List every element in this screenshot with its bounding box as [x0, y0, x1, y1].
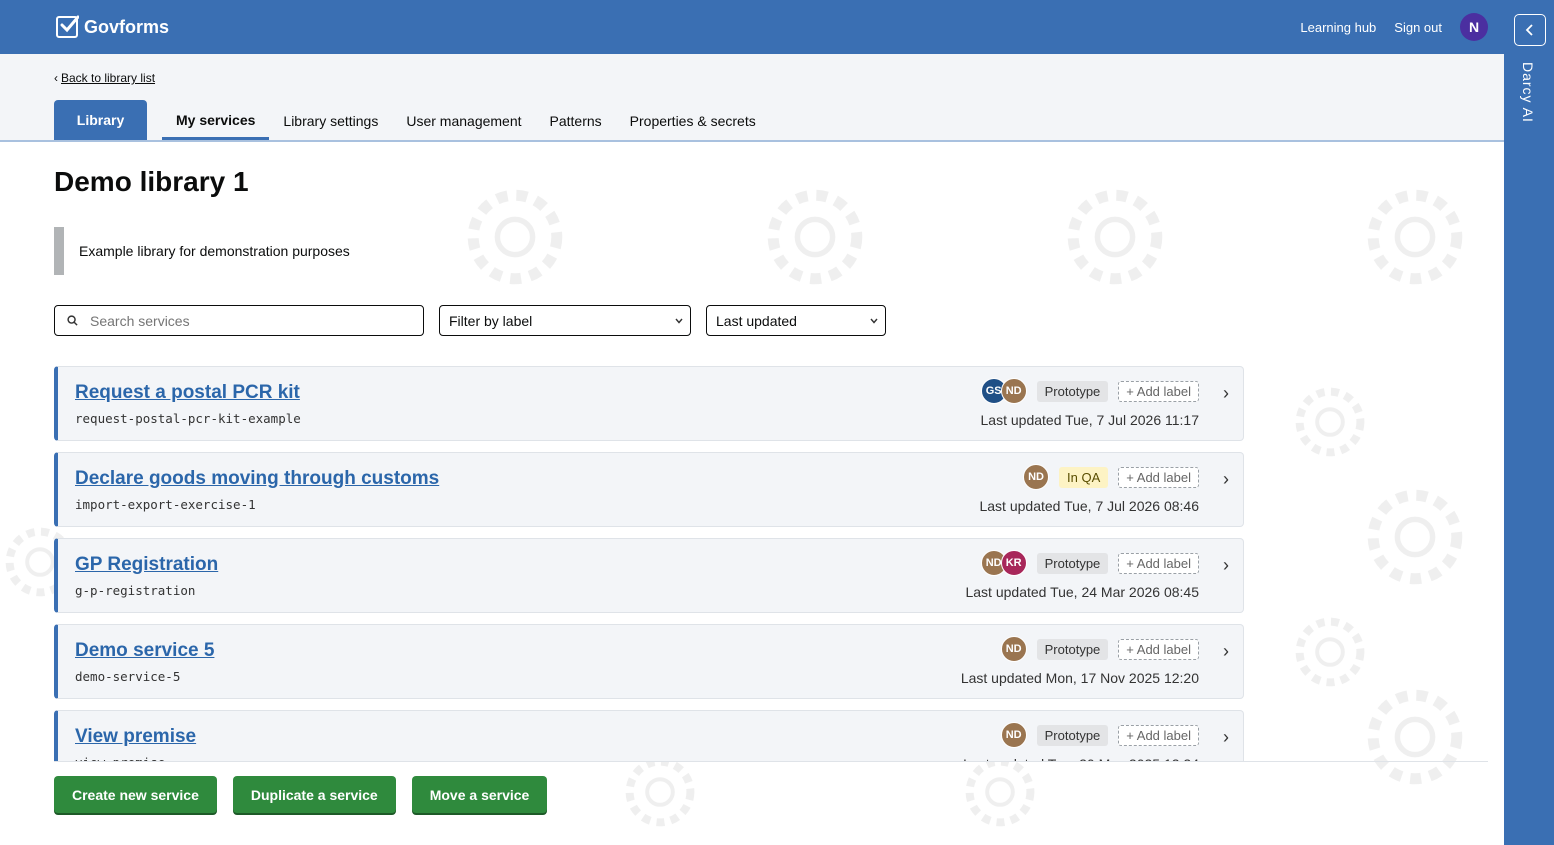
tab-user-management[interactable]: User management	[392, 102, 535, 140]
search-icon	[67, 315, 78, 326]
avatar-group: ND	[1000, 636, 1027, 662]
add-label-button[interactable]: + Add label	[1118, 724, 1199, 746]
user-avatar: KR	[1000, 550, 1027, 576]
label-filter-value: Filter by label	[449, 312, 533, 329]
avatar-group: ND	[1023, 464, 1050, 490]
last-updated: Last updated Tue, 24 Mar 2026 08:45	[965, 584, 1199, 600]
duplicate-service-button[interactable]: Duplicate a service	[232, 776, 396, 813]
tab-library-settings[interactable]: Library settings	[269, 102, 392, 140]
label-filter-select[interactable]: Filter by label	[439, 305, 691, 336]
status-badge: Prototype	[1036, 638, 1109, 660]
user-avatar[interactable]: N	[1460, 13, 1488, 41]
sort-value: Last updated	[716, 312, 797, 329]
move-service-button[interactable]: Move a service	[411, 776, 548, 813]
user-avatar: ND	[1000, 378, 1027, 404]
actions-divider	[54, 761, 1488, 762]
service-card[interactable]: Demo service 5 demo-service-5 ND Prototy…	[54, 624, 1244, 699]
darcy-ai-label[interactable]: Darcy AI	[1520, 62, 1536, 123]
last-updated: Last updated Mon, 17 Nov 2025 12:20	[960, 670, 1199, 686]
add-label-button[interactable]: + Add label	[1118, 638, 1199, 660]
tab-library[interactable]: Library	[54, 100, 147, 140]
darcy-ai-panel: Darcy AI	[1504, 0, 1554, 845]
app-logo[interactable]: Govforms	[56, 15, 170, 38]
search-input[interactable]	[90, 312, 390, 329]
service-meta: ND KR Prototype + Add label	[980, 550, 1199, 576]
chevron-right-icon[interactable]: ›	[1223, 727, 1229, 748]
service-slug: import-export-exercise-1	[75, 497, 256, 512]
user-avatar: ND	[1023, 464, 1050, 490]
tab-patterns[interactable]: Patterns	[536, 102, 616, 140]
tab-my-services[interactable]: My services	[162, 102, 270, 140]
collapse-panel-button[interactable]	[1514, 14, 1546, 46]
checkbox-logo-icon	[56, 15, 79, 38]
avatar-group: GS ND	[980, 378, 1027, 404]
chevron-left-icon: ‹	[54, 71, 58, 85]
last-updated: Last updated Tue, 7 Jul 2026 11:17	[980, 412, 1199, 428]
service-slug: request-postal-pcr-kit-example	[75, 411, 301, 426]
add-label-button[interactable]: + Add label	[1118, 466, 1199, 488]
status-badge: In QA	[1059, 466, 1109, 488]
service-meta: ND Prototype + Add label	[1000, 636, 1199, 662]
app-name: Govforms	[84, 16, 170, 37]
user-avatar: ND	[1000, 636, 1027, 662]
service-title-link[interactable]: GP Registration	[75, 554, 218, 576]
service-slug: g-p-registration	[75, 583, 196, 598]
status-badge: Prototype	[1036, 724, 1109, 746]
page-title: Demo library 1	[54, 166, 249, 197]
add-label-button[interactable]: + Add label	[1118, 552, 1199, 574]
back-to-library-link[interactable]: Back to library list	[61, 71, 155, 85]
breadcrumb[interactable]: ‹ Back to library list	[54, 71, 155, 85]
chevron-right-icon[interactable]: ›	[1223, 555, 1229, 576]
chevron-left-icon	[1525, 24, 1533, 36]
service-meta: ND In QA + Add label	[1023, 464, 1199, 490]
service-title-link[interactable]: View premise	[75, 726, 196, 748]
service-card[interactable]: Declare goods moving through customs imp…	[54, 452, 1244, 527]
add-label-button[interactable]: + Add label	[1118, 380, 1199, 402]
service-card[interactable]: GP Registration g-p-registration ND KR Pr…	[54, 538, 1244, 613]
library-description: Example library for demonstration purpos…	[54, 227, 350, 275]
chevron-right-icon[interactable]: ›	[1223, 641, 1229, 662]
service-title-link[interactable]: Request a postal PCR kit	[75, 382, 300, 404]
last-updated: Last updated Tue, 7 Jul 2026 08:46	[979, 498, 1199, 514]
avatar-group: ND	[1000, 722, 1027, 748]
avatar-group: ND KR	[980, 550, 1027, 576]
status-badge: Prototype	[1036, 380, 1109, 402]
service-card[interactable]: View premise view-premise ND Prototype +…	[54, 710, 1244, 762]
service-list: Request a postal PCR kit request-postal-…	[54, 366, 1244, 762]
service-title-link[interactable]: Demo service 5	[75, 640, 214, 662]
service-card[interactable]: Request a postal PCR kit request-postal-…	[54, 366, 1244, 441]
chevron-down-icon	[675, 318, 683, 324]
service-meta: GS ND Prototype + Add label	[980, 378, 1199, 404]
status-badge: Prototype	[1036, 552, 1109, 574]
chevron-right-icon[interactable]: ›	[1223, 383, 1229, 404]
top-header: Govforms Learning hub Sign out N	[0, 0, 1504, 54]
search-box[interactable]	[54, 305, 424, 336]
tab-properties-secrets[interactable]: Properties & secrets	[616, 102, 770, 140]
learning-hub-link[interactable]: Learning hub	[1300, 20, 1376, 35]
service-title-link[interactable]: Declare goods moving through customs	[75, 468, 439, 490]
sign-out-link[interactable]: Sign out	[1394, 20, 1442, 35]
user-avatar: ND	[1000, 722, 1027, 748]
sort-select[interactable]: Last updated	[706, 305, 886, 336]
action-buttons: Create new service Duplicate a service M…	[54, 776, 548, 813]
nav-band: ‹ Back to library list Library My servic…	[0, 54, 1504, 142]
chevron-down-icon	[870, 318, 878, 324]
create-new-service-button[interactable]: Create new service	[54, 776, 217, 813]
tab-bar: Library My services Library settings Use…	[54, 100, 770, 140]
service-slug: demo-service-5	[75, 669, 181, 684]
chevron-right-icon[interactable]: ›	[1223, 469, 1229, 490]
service-meta: ND Prototype + Add label	[1000, 722, 1199, 748]
